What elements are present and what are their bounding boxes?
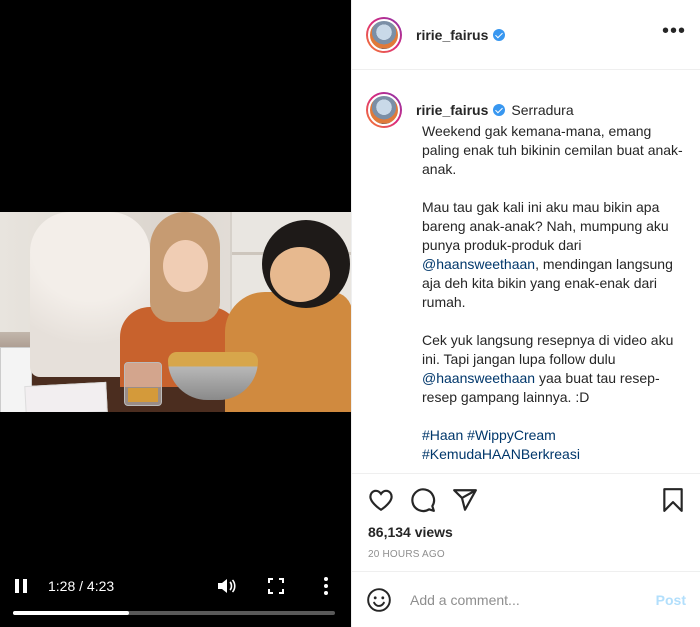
scene-glass (124, 362, 162, 406)
caption-text-part: Mau tau gak kali ini aku mau bikin apa b… (422, 199, 669, 253)
header-username-text[interactable]: ririe_fairus (416, 27, 488, 43)
heart-icon[interactable] (368, 487, 394, 513)
emoji-icon[interactable] (366, 587, 392, 613)
scene-woman-face (163, 240, 208, 292)
hashtag-link[interactable]: #KemudaHAANBerkreasi (422, 446, 580, 462)
post-timestamp[interactable]: 20 HOURS AGO (368, 549, 686, 560)
share-icon[interactable] (452, 487, 478, 513)
avatar-image (368, 18, 400, 51)
caption-username-text[interactable]: ririe_fairus (416, 102, 488, 118)
action-icons (368, 486, 686, 514)
video-controls: 1:28 / 4:23 (0, 567, 351, 627)
video-frame[interactable] (0, 212, 351, 412)
video-time: 1:28 / 4:23 (48, 578, 115, 594)
hashtag-link[interactable]: #WippyCream (467, 427, 556, 443)
location-link[interactable]: Serradura (511, 102, 573, 118)
fullscreen-icon[interactable] (268, 578, 284, 594)
instagram-post: 1:28 / 4:23 ririe_fairus ••• ririe_fairu… (0, 0, 700, 627)
bookmark-icon[interactable] (660, 487, 686, 513)
video-progress-fill (13, 611, 129, 615)
caption-avatar-image (368, 94, 400, 126)
view-count[interactable]: 86,134 views (368, 524, 686, 540)
comment-bar: Post (352, 571, 700, 627)
header-username[interactable]: ririe_fairus (416, 27, 506, 43)
caption-text-part: Cek yuk langsung resepnya di video aku i… (422, 332, 674, 367)
caption-paragraph-2: Mau tau gak kali ini aku mau bikin apa b… (422, 199, 673, 310)
video-player[interactable]: 1:28 / 4:23 (0, 0, 351, 627)
more-options-icon[interactable]: ••• (662, 21, 686, 44)
caption-username[interactable]: ririe_fairus (416, 102, 506, 118)
scene-packet (24, 381, 108, 412)
mention-link[interactable]: @haansweethaan (422, 256, 535, 272)
avatar[interactable] (366, 16, 402, 53)
post-sidebar: ririe_fairus ••• ririe_fairus Serradura … (351, 0, 700, 627)
hashtag-link[interactable]: #Haan (422, 427, 463, 443)
caption-paragraph-3: Cek yuk langsung resepnya di video aku i… (422, 332, 673, 405)
post-button[interactable]: Post (656, 592, 686, 608)
more-vertical-icon[interactable] (322, 576, 330, 596)
caption-paragraph-1: Weekend gak kemana-mana, emang paling en… (422, 123, 683, 177)
caption-text: Weekend gak kemana-mana, emang paling en… (422, 122, 686, 464)
post-actions: 86,134 views 20 HOURS AGO (352, 473, 700, 571)
comment-input[interactable] (408, 590, 656, 609)
caption-avatar[interactable] (366, 92, 402, 128)
pause-icon[interactable] (12, 577, 30, 595)
mention-link[interactable]: @haansweethaan (422, 370, 535, 386)
verified-badge-icon (493, 104, 506, 116)
video-progress-bar[interactable] (13, 611, 335, 615)
verified-badge-icon (493, 28, 506, 41)
caption-area: ririe_fairus Serradura Weekend gak keman… (352, 70, 700, 473)
comment-icon[interactable] (410, 487, 436, 513)
post-header: ririe_fairus ••• (352, 0, 700, 70)
scene-boy-face (270, 247, 330, 302)
volume-icon[interactable] (216, 577, 236, 595)
